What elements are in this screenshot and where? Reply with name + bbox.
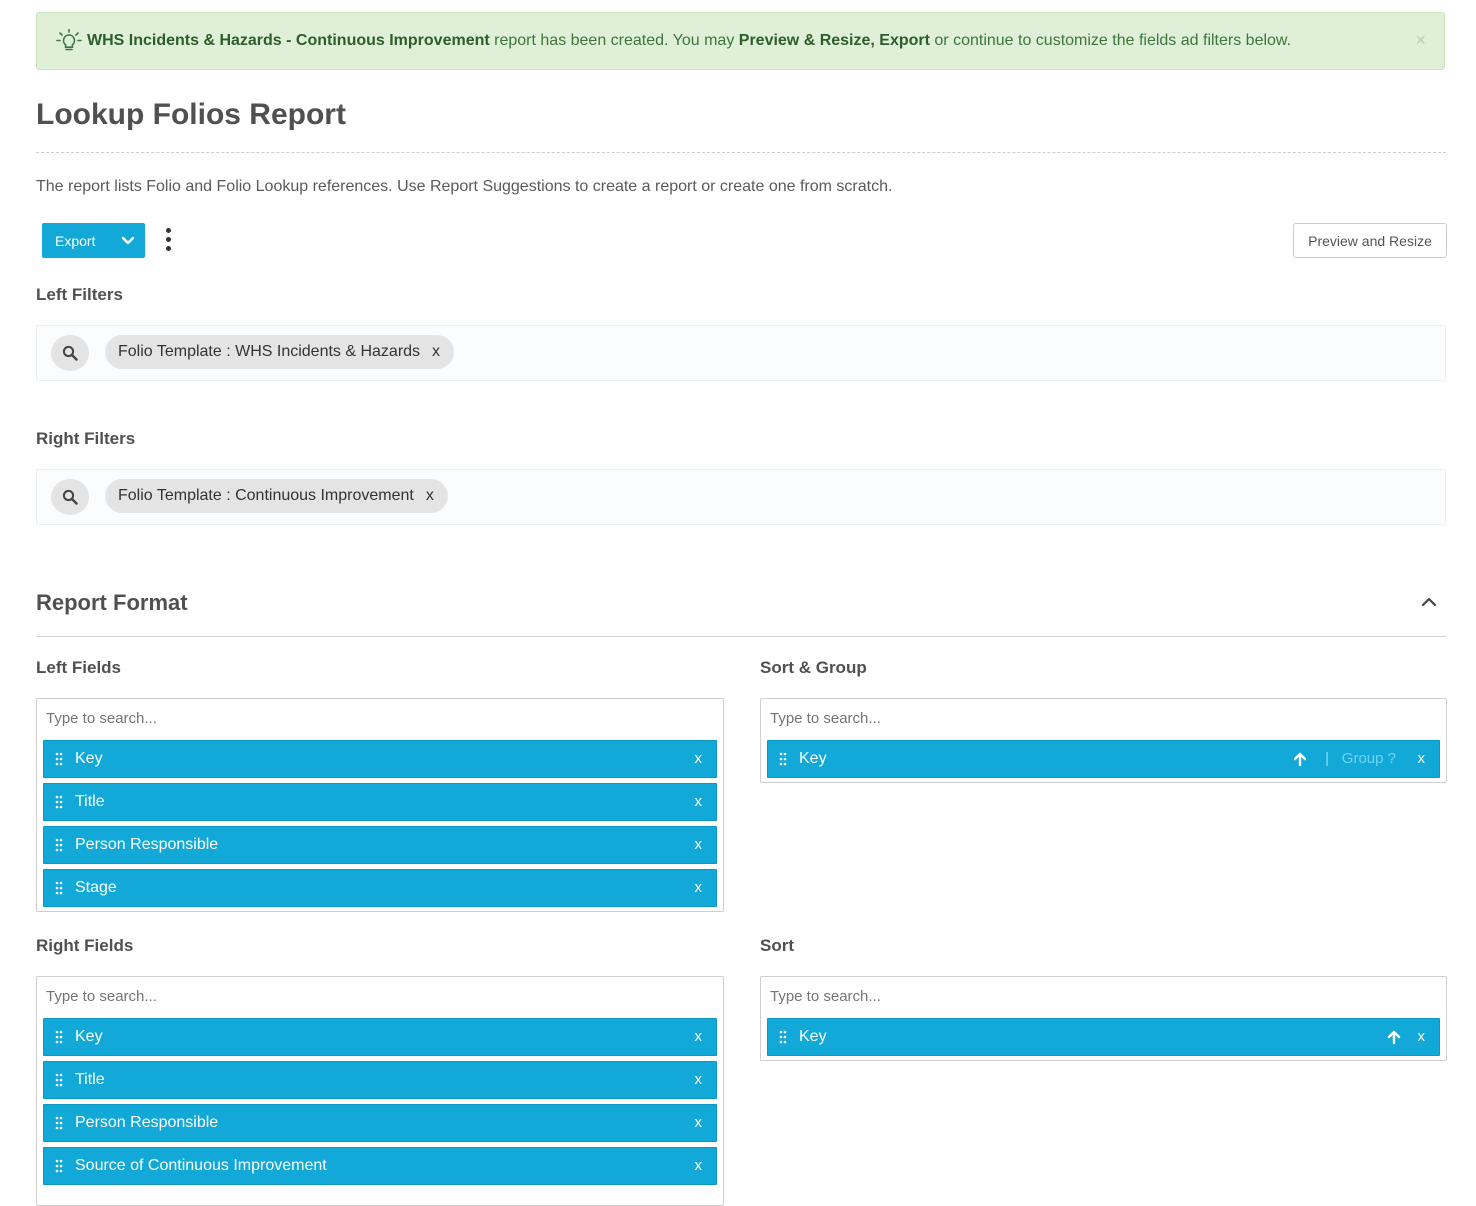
alert-text-mid: report has been created. You may	[489, 32, 739, 49]
filter-chip: Folio Template : Continuous Improvement …	[105, 479, 448, 513]
sort-tag-label: Key	[799, 1028, 827, 1045]
drag-handle-icon[interactable]	[55, 1030, 63, 1044]
drag-handle-icon[interactable]	[55, 1073, 63, 1087]
arrow-up-icon[interactable]	[1292, 751, 1308, 767]
sort-tag[interactable]: Key x	[767, 1018, 1440, 1056]
drag-handle-icon[interactable]	[55, 752, 63, 766]
remove-field-button[interactable]: x	[695, 750, 703, 767]
group-toggle[interactable]: Group ?	[1342, 750, 1396, 767]
field-tag-label: Stage	[75, 879, 117, 896]
sort-box: Key x	[760, 976, 1447, 1061]
drag-handle-icon[interactable]	[55, 795, 63, 809]
left-fields-box: Key x Title x Person Responsible x Stage…	[36, 698, 724, 912]
field-tag[interactable]: Title x	[43, 1061, 717, 1099]
alert-message: WHS Incidents & Hazards - Continuous Imp…	[87, 32, 1291, 50]
right-filters-box[interactable]: Folio Template : Continuous Improvement …	[36, 469, 1446, 525]
drag-handle-icon[interactable]	[55, 881, 63, 895]
drag-handle-icon[interactable]	[55, 1159, 63, 1173]
remove-filter-button[interactable]: x	[426, 487, 434, 505]
remove-sort-button[interactable]: x	[1418, 750, 1426, 767]
field-tag-label: Source of Continuous Improvement	[75, 1157, 327, 1174]
alert-text-end: or continue to customize the fields ad f…	[929, 32, 1292, 49]
field-tag-label: Key	[75, 750, 103, 767]
left-filters-box[interactable]: Folio Template : WHS Incidents & Hazards…	[36, 325, 1446, 381]
lightbulb-icon	[56, 28, 82, 51]
field-tag[interactable]: Person Responsible x	[43, 1104, 717, 1142]
field-tag-label: Key	[75, 1028, 103, 1045]
arrow-up-icon[interactable]	[1386, 1029, 1402, 1045]
report-format-title: Report Format	[36, 590, 188, 615]
sort-label: Sort	[760, 936, 794, 955]
right-fields-search-input[interactable]	[46, 988, 346, 1005]
field-tag[interactable]: Key x	[43, 1018, 717, 1056]
remove-field-button[interactable]: x	[695, 793, 703, 810]
sort-tag-label: Key	[799, 750, 827, 767]
page-description: The report lists Folio and Folio Lookup …	[36, 178, 893, 195]
section-divider	[36, 636, 1446, 637]
chevron-down-icon[interactable]	[121, 233, 135, 247]
alert-report-name: WHS Incidents & Hazards - Continuous Imp…	[87, 32, 490, 49]
left-fields-search-input[interactable]	[46, 710, 346, 727]
field-tag[interactable]: Person Responsible x	[43, 826, 717, 864]
field-tag[interactable]: Source of Continuous Improvement x	[43, 1147, 717, 1185]
left-filters-label: Left Filters	[36, 285, 123, 304]
field-tag[interactable]: Title x	[43, 783, 717, 821]
sort-group-search-input[interactable]	[770, 710, 1070, 727]
field-tag-label: Title	[75, 1071, 105, 1088]
export-button-label: Export	[55, 232, 96, 249]
right-filters-label: Right Filters	[36, 429, 136, 448]
sort-search-input[interactable]	[770, 988, 1070, 1005]
filter-chip-label: Folio Template : WHS Incidents & Hazards	[118, 343, 421, 360]
sort-group-label: Sort & Group	[760, 658, 867, 677]
alert-actions: Preview & Resize, Export	[738, 32, 930, 49]
filter-chip: Folio Template : WHS Incidents & Hazards…	[105, 335, 455, 369]
preview-resize-button[interactable]: Preview and Resize	[1293, 223, 1447, 258]
title-divider	[36, 152, 1446, 153]
separator: |	[1325, 750, 1329, 767]
remove-field-button[interactable]: x	[695, 1028, 703, 1045]
alert-close-button[interactable]: ×	[1415, 30, 1426, 51]
sort-group-box: Key | Group ? x	[760, 698, 1447, 783]
sort-tag[interactable]: Key | Group ? x	[767, 740, 1440, 778]
remove-field-button[interactable]: x	[695, 1157, 703, 1174]
drag-handle-icon[interactable]	[779, 1030, 787, 1044]
success-alert: WHS Incidents & Hazards - Continuous Imp…	[36, 12, 1445, 70]
remove-field-button[interactable]: x	[695, 879, 703, 896]
remove-field-button[interactable]: x	[695, 836, 703, 853]
remove-sort-button[interactable]: x	[1418, 1028, 1426, 1045]
right-fields-label: Right Fields	[36, 936, 134, 955]
field-tag[interactable]: Key x	[43, 740, 717, 778]
remove-filter-button[interactable]: x	[432, 343, 440, 361]
page-title: Lookup Folios Report	[36, 98, 346, 131]
field-tag-label: Person Responsible	[75, 1114, 219, 1131]
drag-handle-icon[interactable]	[779, 752, 787, 766]
search-icon[interactable]	[51, 479, 89, 515]
drag-handle-icon[interactable]	[55, 1116, 63, 1130]
search-icon[interactable]	[51, 335, 89, 371]
remove-field-button[interactable]: x	[695, 1071, 703, 1088]
right-fields-box: Key x Title x Person Responsible x Sourc…	[36, 976, 724, 1206]
filter-chip-label: Folio Template : Continuous Improvement	[118, 487, 414, 504]
field-tag[interactable]: Stage x	[43, 869, 717, 907]
drag-handle-icon[interactable]	[55, 838, 63, 852]
export-button[interactable]: Export	[42, 223, 145, 258]
more-options-icon[interactable]	[160, 228, 176, 256]
field-tag-label: Person Responsible	[75, 836, 219, 853]
chevron-up-icon[interactable]	[1420, 593, 1438, 611]
field-tag-label: Title	[75, 793, 105, 810]
remove-field-button[interactable]: x	[695, 1114, 703, 1131]
left-fields-label: Left Fields	[36, 658, 122, 677]
